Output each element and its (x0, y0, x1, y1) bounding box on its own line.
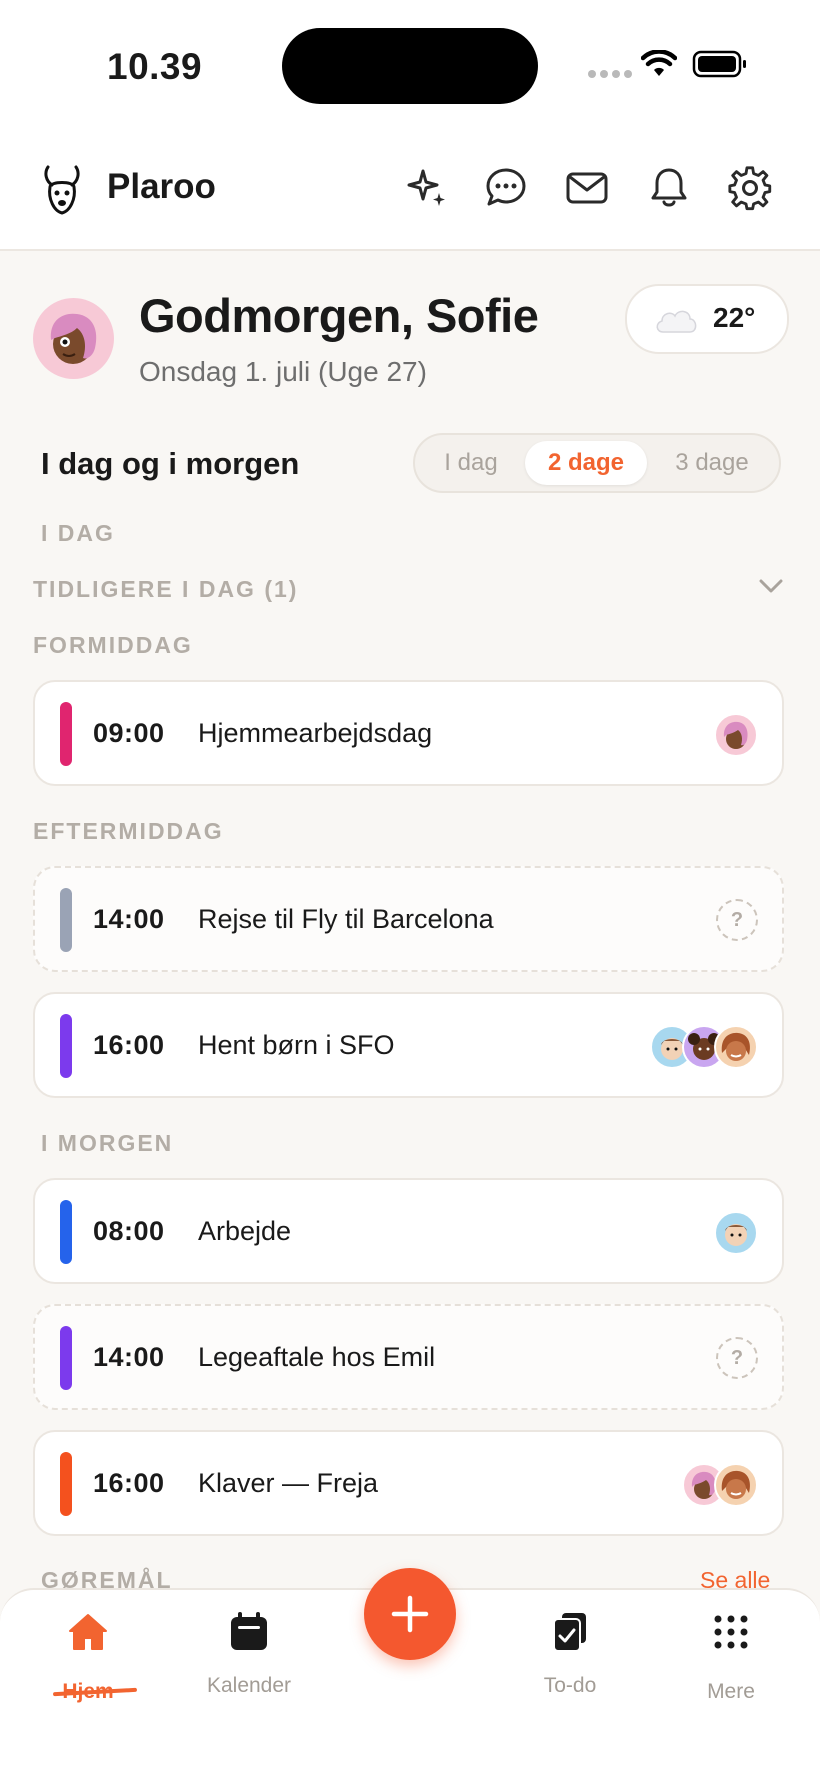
event-color-bar (60, 702, 72, 766)
event-color-bar (60, 1452, 72, 1516)
avatar[interactable] (33, 298, 114, 379)
add-button[interactable] (364, 1568, 456, 1660)
event-title: Hjemmearbejdsdag (198, 718, 433, 748)
event-title: Hent børn i SFO (198, 1030, 395, 1060)
sparkle-icon[interactable] (405, 165, 451, 211)
avatar (714, 1025, 758, 1069)
event-time: 14:00 (93, 1342, 165, 1372)
weather-widget[interactable]: 22° (625, 284, 789, 354)
morning-label: FORMIDDAG (33, 632, 193, 658)
chat-icon[interactable] (483, 165, 529, 211)
mail-icon[interactable] (564, 165, 610, 211)
battery-icon (692, 50, 746, 78)
grid-icon (714, 1615, 748, 1649)
event-color-bar (60, 1014, 72, 1078)
chevron-down-icon[interactable] (758, 578, 784, 594)
tab-todo[interactable]: To-do (510, 1610, 630, 1698)
cloud-icon (656, 310, 697, 333)
event-time: 16:00 (93, 1468, 165, 1498)
status-bar: 10.39 (0, 0, 820, 135)
event-participants: ? (716, 1337, 758, 1379)
event-color-bar (60, 1326, 72, 1390)
tomorrow-label: I MORGEN (41, 1130, 174, 1156)
bell-icon[interactable] (646, 165, 692, 211)
calendar-icon (231, 1612, 267, 1650)
event-participants (650, 1025, 758, 1069)
kangaroo-logo-icon (44, 165, 80, 215)
tab-label: To-do (543, 1674, 597, 1697)
earlier-today-toggle[interactable]: TIDLIGERE I DAG (1) (33, 576, 298, 603)
signal-icon (588, 70, 632, 78)
status-time: 10.39 (107, 46, 203, 87)
tab-label: Kalender (206, 1674, 292, 1697)
todo-icon (553, 1613, 586, 1652)
app-name: Plaroo (107, 167, 216, 206)
tab-more[interactable]: Mere (671, 1610, 791, 1704)
range-option-2-days[interactable]: 2 dage (525, 441, 647, 485)
event-time: 14:00 (93, 904, 165, 934)
afternoon-label: EFTERMIDDAG (33, 818, 224, 844)
weather-temp: 22° (713, 302, 756, 333)
event-participants: ? (716, 899, 758, 941)
event-color-bar (60, 888, 72, 952)
event-participants (714, 1211, 758, 1255)
event-card[interactable]: 14:00 Legeaftale hos Emil ? (33, 1304, 784, 1410)
today-label: I DAG (41, 520, 115, 546)
gear-icon[interactable] (727, 165, 773, 211)
tab-label: Mere (707, 1680, 755, 1703)
event-card[interactable]: 16:00 Klaver — Freja (33, 1430, 784, 1536)
event-title: Klaver — Freja (198, 1468, 379, 1498)
event-participants (682, 1463, 758, 1507)
event-participants (714, 713, 758, 757)
range-selector: I dag 2 dage 3 dage (413, 433, 781, 493)
dynamic-island (282, 28, 538, 104)
range-option-3-days[interactable]: 3 dage (651, 441, 773, 485)
avatar (714, 1463, 758, 1507)
avatar (714, 713, 758, 757)
wifi-icon (641, 50, 677, 76)
home-icon (69, 1614, 107, 1650)
unassigned-marker: ? (716, 899, 758, 941)
greeting-title: Godmorgen, Sofie (139, 289, 539, 342)
event-card[interactable]: 16:00 Hent børn i SFO (33, 992, 784, 1098)
range-option-1-day[interactable]: I dag (421, 441, 521, 485)
event-title: Rejse til Fly til Barcelona (198, 904, 494, 934)
event-card[interactable]: 09:00 Hjemmearbejdsdag (33, 680, 784, 786)
tab-home[interactable]: Hjem (28, 1610, 148, 1704)
event-title: Arbejde (198, 1216, 292, 1246)
unassigned-marker: ? (716, 1337, 758, 1379)
avatar (714, 1211, 758, 1255)
plus-icon (391, 1595, 429, 1633)
event-card[interactable]: 08:00 Arbejde (33, 1178, 784, 1284)
greeting-date: Onsdag 1. juli (Uge 27) (139, 356, 427, 387)
event-title: Legeaftale hos Emil (198, 1342, 436, 1372)
event-time: 08:00 (93, 1216, 165, 1246)
tab-calendar[interactable]: Kalender (189, 1610, 309, 1698)
event-card[interactable]: 14:00 Rejse til Fly til Barcelona ? (33, 866, 784, 972)
app-header: Plaroo (0, 135, 820, 251)
event-color-bar (60, 1200, 72, 1264)
section-title: I dag og i morgen (41, 446, 300, 481)
event-time: 09:00 (93, 718, 165, 748)
event-time: 16:00 (93, 1030, 165, 1060)
